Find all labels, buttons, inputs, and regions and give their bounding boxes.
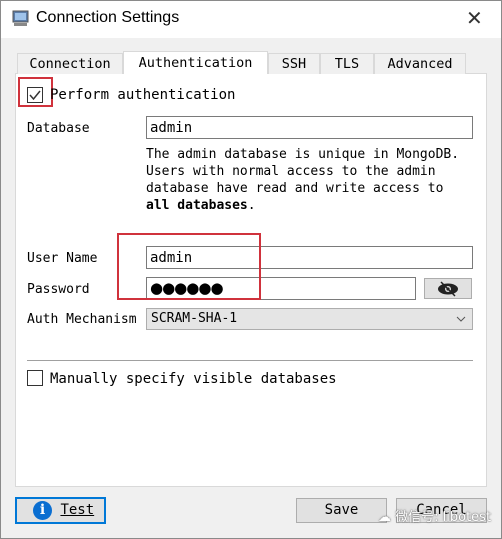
auth-mechanism-select[interactable]: SCRAM-SHA-1 <box>146 308 473 330</box>
window-title: Connection Settings <box>36 9 180 26</box>
all-databases-emphasis: all databases <box>146 198 248 213</box>
watermark-text: 微信号: libotest <box>395 510 492 525</box>
separator <box>27 360 473 361</box>
database-input[interactable]: admin <box>146 116 473 139</box>
watermark: ☁ 微信号: libotest <box>378 506 491 525</box>
test-label: Test <box>60 502 95 518</box>
chevron-down-icon <box>456 316 466 322</box>
tab-ssh[interactable]: SSH <box>268 53 320 74</box>
highlight-box <box>18 77 53 107</box>
highlight-box <box>117 233 261 300</box>
database-description-line: Users with normal access to the admin <box>146 164 436 179</box>
perform-authentication-label: Perform authentication <box>50 87 236 103</box>
test-button[interactable]: i Test <box>15 497 106 524</box>
info-icon: i <box>33 500 52 520</box>
password-label: Password <box>27 282 90 297</box>
tab-advanced[interactable]: Advanced <box>374 53 466 74</box>
manual-databases-checkbox[interactable] <box>27 370 43 386</box>
database-description-line: The admin database is unique in MongoDB. <box>146 147 460 162</box>
close-icon[interactable]: ✕ <box>466 6 483 30</box>
auth-mechanism-label: Auth Mechanism <box>27 312 137 327</box>
database-description-line: database have read and write access to <box>146 181 444 196</box>
database-description-line: all databases. <box>146 197 473 214</box>
eye-slash-icon <box>438 281 458 297</box>
auth-mechanism-value: SCRAM-SHA-1 <box>151 311 238 326</box>
wechat-icon: ☁ <box>378 510 396 525</box>
username-label: User Name <box>27 251 98 266</box>
tab-connection[interactable]: Connection <box>17 53 123 74</box>
save-button[interactable]: Save <box>296 498 387 523</box>
database-label: Database <box>27 121 90 136</box>
toggle-password-visibility-button[interactable] <box>424 278 472 299</box>
app-icon <box>12 10 29 27</box>
tab-tls[interactable]: TLS <box>320 53 374 74</box>
tab-authentication[interactable]: Authentication <box>123 51 268 74</box>
manual-databases-label: Manually specify visible databases <box>50 371 337 387</box>
period: . <box>247 198 256 213</box>
